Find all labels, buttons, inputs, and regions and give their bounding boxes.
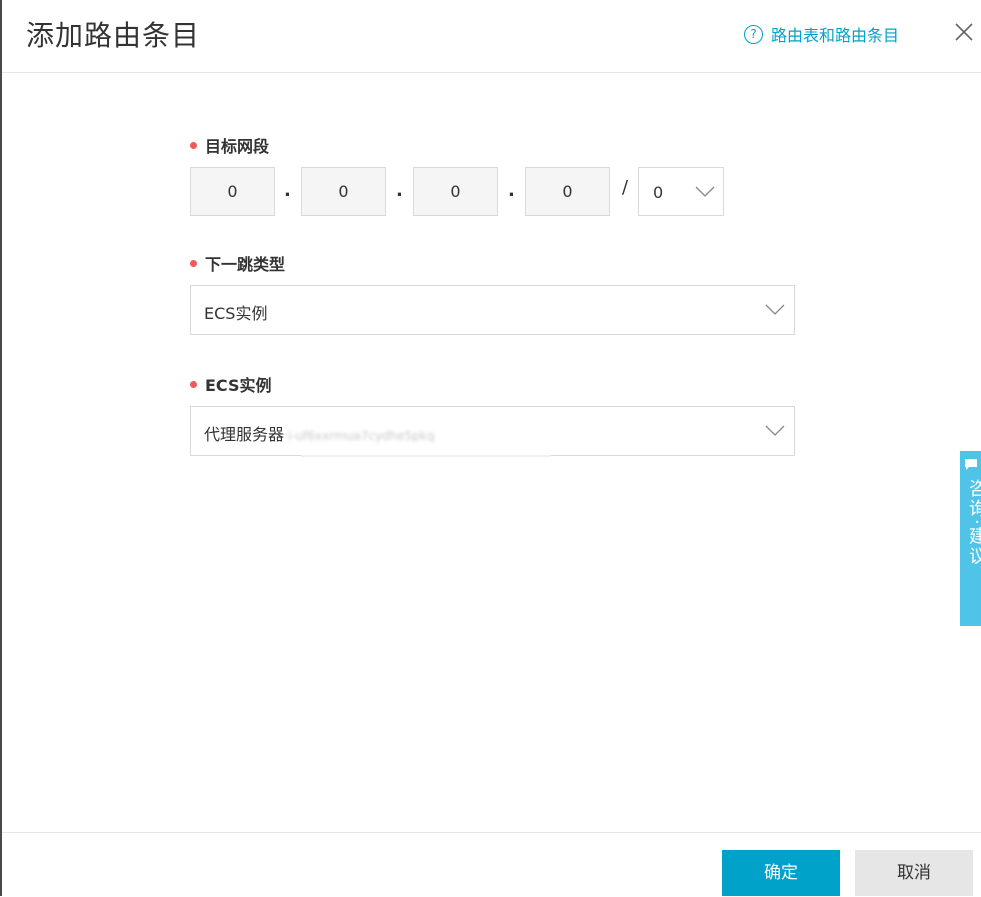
cidr-slash: / [622,177,629,198]
blur-artifact [301,455,551,457]
feedback-tab-label: 咨询·建议 [966,479,981,567]
ecs-instance-label: ECS实例 [190,372,272,396]
next-hop-type-label: 下一跳类型 [190,251,285,275]
ip-separator: . [396,180,403,201]
ip-octet-4-input[interactable]: 0 [525,167,610,216]
ecs-instance-value: 代理服务器 i-uf6xxrmua7cydhe5pkq [204,421,434,445]
required-dot [190,380,197,388]
subnet-mask-select[interactable]: 0 [638,167,724,216]
chat-bubble-icon [965,459,977,470]
cancel-button[interactable]: 取消 [855,850,973,896]
chevron-down-icon [695,186,715,197]
next-hop-type-label-text: 下一跳类型 [205,255,286,274]
destination-label-text: 目标网段 [205,137,270,156]
ecs-instance-id-blurred: i-uf6xxrmua7cydhe5pkq [288,429,435,443]
subnet-mask-value: 0 [653,183,664,202]
dialog-title: 添加路由条目 [26,19,201,52]
ip-octet-1-input[interactable]: 0 [190,167,275,216]
window-edge [0,0,2,896]
feedback-tab[interactable]: 咨询·建议 [960,451,981,626]
next-hop-type-value: ECS实例 [204,304,268,323]
help-link[interactable]: ? 路由表和路由条目 [744,22,899,46]
confirm-button[interactable]: 确定 [722,850,840,896]
ecs-instance-name: 代理服务器 [204,425,285,444]
next-hop-type-select[interactable]: ECS实例 [190,285,795,335]
dialog-header: 添加路由条目 ? 路由表和路由条目 [2,0,981,73]
ip-separator: . [284,180,291,201]
chevron-down-icon [765,304,785,315]
ip-octet-3-input[interactable]: 0 [413,167,498,216]
destination-label: 目标网段 [190,133,269,157]
ecs-instance-label-text: ECS实例 [205,376,272,395]
help-link-label: 路由表和路由条目 [771,26,900,45]
help-icon: ? [744,24,763,44]
ecs-instance-select[interactable]: 代理服务器 i-uf6xxrmua7cydhe5pkq [190,406,795,457]
ip-separator: . [508,180,515,201]
required-dot [190,141,197,149]
close-icon[interactable] [952,20,976,44]
required-dot [190,259,197,267]
chevron-down-icon [765,425,785,436]
ip-octet-2-input[interactable]: 0 [301,167,386,216]
